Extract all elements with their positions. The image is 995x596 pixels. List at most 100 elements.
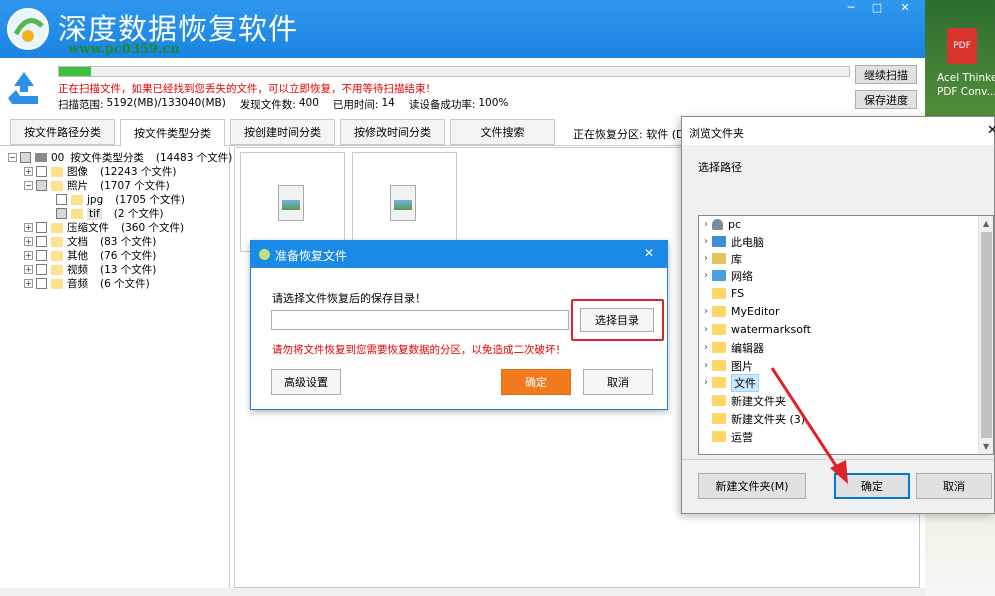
collapse-icon[interactable]: −: [8, 153, 17, 162]
tree-item-jpg[interactable]: jpg(1705 个文件): [56, 193, 185, 206]
tab-by-path[interactable]: 按文件路径分类: [10, 119, 115, 145]
tree-checkbox[interactable]: [36, 278, 47, 289]
tree-checkbox[interactable]: [36, 236, 47, 247]
expand-icon[interactable]: +: [24, 251, 33, 260]
folder-item-operations[interactable]: 运营: [700, 428, 753, 445]
maximize-button[interactable]: □: [866, 0, 888, 14]
tree-item-tif[interactable]: tif(2 个文件): [56, 207, 163, 220]
tree-checkbox[interactable]: [36, 250, 47, 261]
browse-dialog-titlebar: 浏览文件夹 ✕: [682, 117, 994, 145]
tree-item-image[interactable]: + 图像(12243 个文件): [24, 165, 176, 178]
found-files-value: 400: [299, 97, 319, 112]
folder-icon: [712, 431, 726, 442]
desktop-icon-label: PDF Conv...: [937, 86, 995, 98]
tree-checkbox[interactable]: [20, 152, 31, 163]
browse-dialog-close-button[interactable]: ✕: [987, 123, 995, 138]
folder-item-files-selected[interactable]: › 文件: [700, 374, 759, 391]
tab-by-modified[interactable]: 按修改时间分类: [340, 119, 445, 145]
expand-icon[interactable]: +: [24, 237, 33, 246]
tree-item-document[interactable]: + 文档(83 个文件): [24, 235, 156, 248]
folder-item-pc[interactable]: › pc: [700, 216, 741, 233]
folder-item-label: 此电脑: [731, 234, 764, 250]
expand-chevron-icon[interactable]: ›: [700, 324, 712, 335]
recover-ok-button[interactable]: 确定: [501, 369, 571, 395]
folder-item-pictures[interactable]: › 图片: [700, 357, 753, 374]
folder-icon: [712, 306, 726, 317]
pdf-app-icon[interactable]: PDF: [947, 28, 977, 64]
folder-item-fs[interactable]: FS: [700, 285, 744, 302]
scroll-down-icon[interactable]: ▼: [983, 442, 989, 451]
browse-cancel-button[interactable]: 取消: [916, 473, 992, 499]
recover-dialog-title: 准备恢复文件: [275, 247, 347, 264]
expand-chevron-icon[interactable]: ›: [700, 270, 712, 281]
tree-checkbox[interactable]: [36, 166, 47, 177]
folder-item-label: pc: [728, 218, 741, 231]
expand-chevron-icon[interactable]: ›: [700, 219, 712, 230]
folder-icon: [51, 223, 63, 233]
minimize-button[interactable]: ─: [840, 0, 862, 14]
expand-chevron-icon[interactable]: ›: [700, 360, 712, 371]
expand-chevron-icon[interactable]: ›: [700, 236, 712, 247]
image-file-icon: [278, 185, 304, 221]
recover-dialog-close-button[interactable]: ✕: [644, 246, 654, 260]
recover-cancel-button[interactable]: 取消: [583, 369, 653, 395]
scroll-up-icon[interactable]: ▲: [983, 219, 989, 228]
folder-item-library[interactable]: › 库: [700, 250, 742, 267]
tree-root[interactable]: − 00 按文件类型分类 (14483 个文件): [8, 151, 232, 164]
close-window-button[interactable]: ✕: [894, 0, 916, 14]
expand-chevron-icon[interactable]: ›: [700, 306, 712, 317]
folder-item-this-pc[interactable]: › 此电脑: [700, 233, 764, 250]
tab-by-created[interactable]: 按创建时间分类: [230, 119, 335, 145]
folder-item-watermarksoft[interactable]: › watermarksoft: [700, 321, 811, 338]
folder-icon: [71, 195, 83, 205]
folder-item-label: 文件: [731, 374, 759, 392]
folder-item-network[interactable]: › 网络: [700, 267, 753, 284]
tree-root-count: (14483 个文件): [156, 150, 232, 165]
continue-scan-button[interactable]: 继续扫描: [855, 65, 917, 84]
expand-icon[interactable]: +: [24, 265, 33, 274]
folder-item-myeditor[interactable]: › MyEditor: [700, 303, 780, 320]
expand-icon[interactable]: +: [24, 223, 33, 232]
tree-checkbox[interactable]: [56, 194, 67, 205]
recover-warning: 请勿将文件恢复到您需要恢复数据的分区，以免造成二次破坏！: [272, 342, 566, 357]
tab-by-type[interactable]: 按文件类型分类: [120, 119, 225, 146]
tree-checkbox[interactable]: [36, 264, 47, 275]
expand-chevron-icon[interactable]: ›: [700, 342, 712, 353]
save-path-input[interactable]: [271, 310, 569, 330]
tree-item-other[interactable]: + 其他(76 个文件): [24, 249, 156, 262]
tree-checkbox[interactable]: [36, 180, 47, 191]
scan-progress-bar: [58, 66, 850, 77]
expand-chevron-icon[interactable]: ›: [700, 377, 712, 388]
folder-tree-scrollbar[interactable]: ▲ ▼: [978, 216, 994, 454]
tree-checkbox[interactable]: [36, 222, 47, 233]
annotation-arrow: [760, 360, 860, 490]
file-thumbnail[interactable]: [352, 152, 457, 252]
folder-icon: [712, 288, 726, 299]
folder-icon: [712, 395, 726, 406]
folder-icon: [51, 167, 63, 177]
scrollbar-thumb[interactable]: [981, 232, 992, 438]
expand-icon[interactable]: +: [24, 167, 33, 176]
tree-item-count: (76 个文件): [100, 248, 156, 263]
save-progress-button[interactable]: 保存进度: [855, 90, 917, 109]
tree-item-photo[interactable]: − 照片(1707 个文件): [24, 179, 170, 192]
expand-chevron-icon[interactable]: ›: [700, 253, 712, 264]
scan-status-text: 正在扫描文件，如果已经找到您丢失的文件，可以立即恢复，不用等待扫描结束！: [58, 81, 436, 96]
tree-item-video[interactable]: + 视频(13 个文件): [24, 263, 156, 276]
advanced-settings-button[interactable]: 高级设置: [271, 369, 341, 395]
choose-directory-button[interactable]: 选择目录: [580, 308, 654, 332]
tab-file-search[interactable]: 文件搜索: [450, 119, 555, 145]
folder-item-editor[interactable]: › 编辑器: [700, 339, 764, 356]
partition-label: 正在恢复分区: 软件 (D:: [573, 126, 688, 142]
tree-checkbox[interactable]: [56, 208, 67, 219]
collapse-icon[interactable]: −: [24, 181, 33, 190]
file-thumbnail[interactable]: [240, 152, 345, 252]
recycle-icon: [4, 68, 44, 108]
tree-item-archive[interactable]: + 压缩文件(360 个文件): [24, 221, 184, 234]
tree-panel: − 00 按文件类型分类 (14483 个文件) + 图像(12243 个文件)…: [0, 147, 230, 588]
tree-item-audio[interactable]: + 音频(6 个文件): [24, 277, 150, 290]
expand-icon[interactable]: +: [24, 279, 33, 288]
dialog-app-icon: [259, 249, 270, 260]
elapsed-label: 已用时间:: [333, 97, 379, 112]
tree-item-count: (1707 个文件): [100, 178, 170, 193]
